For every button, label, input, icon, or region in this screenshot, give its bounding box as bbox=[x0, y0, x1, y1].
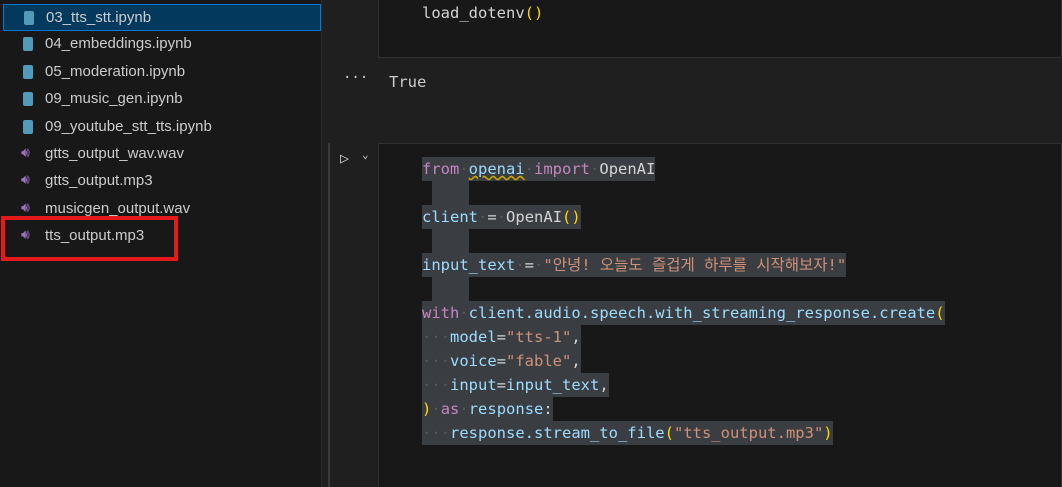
code-token: = bbox=[496, 328, 507, 346]
code-token: ··· bbox=[422, 352, 450, 370]
code-line: client·=·OpenAI() bbox=[422, 205, 581, 229]
file-name: 03_tts_stt.ipynb bbox=[46, 9, 152, 26]
code-token: as bbox=[440, 400, 460, 418]
code-token: input bbox=[450, 376, 497, 394]
code-token: ··· bbox=[422, 424, 450, 442]
code-token: · bbox=[524, 160, 535, 178]
code-token: , bbox=[571, 328, 581, 346]
highlight-box bbox=[1, 216, 178, 261]
notebook-icon bbox=[23, 92, 35, 107]
file-name: gtts_output.mp3 bbox=[45, 172, 153, 190]
code-token: · bbox=[496, 208, 507, 226]
code-token: openai bbox=[468, 160, 525, 178]
code-token: ( bbox=[935, 304, 945, 322]
code-token: · bbox=[459, 304, 469, 322]
code-token: "fable" bbox=[506, 352, 572, 370]
audio-file-icon: 🔊︎ bbox=[21, 198, 30, 215]
code-token: ) bbox=[823, 424, 833, 442]
code-token: with bbox=[422, 304, 460, 322]
code-line bbox=[422, 229, 470, 253]
code-token: · bbox=[590, 160, 600, 178]
file-name: 09_youtube_stt_tts.ipynb bbox=[45, 117, 212, 135]
code-token: · bbox=[431, 400, 441, 418]
code-token: · bbox=[534, 256, 544, 274]
code-token: "안녕! 오늘도 즐겁게 하루를 시작해보자!" bbox=[543, 256, 847, 274]
code-token: · bbox=[478, 208, 488, 226]
code-line: input_text·=·"안녕! 오늘도 즐겁게 하루를 시작해보자!" bbox=[422, 253, 847, 277]
code-token: , bbox=[571, 352, 581, 370]
code-token: ··· bbox=[422, 376, 450, 394]
file-item[interactable]: 🔊︎ gtts_output_wav.wav bbox=[3, 141, 321, 168]
notebook-icon bbox=[23, 37, 35, 52]
code-token: voice bbox=[450, 352, 497, 370]
file-name: 09_music_gen.ipynb bbox=[45, 90, 183, 108]
code-token: , bbox=[599, 376, 609, 394]
code-token: "tts-1" bbox=[506, 328, 572, 346]
code-token: = bbox=[487, 208, 497, 226]
code-token: import bbox=[534, 160, 591, 178]
code-line: ···voice="fable", bbox=[422, 349, 581, 373]
code-token: = bbox=[524, 256, 535, 274]
file-item[interactable]: 09_music_gen.ipynb bbox=[3, 86, 321, 113]
notebook-editor: load_dotenv() ··· True ▷ ⌄ from·openai·i… bbox=[323, 0, 1062, 487]
code-token: "tts_output.mp3" bbox=[673, 424, 824, 442]
notebook-icon bbox=[23, 64, 35, 80]
code-token: ( bbox=[664, 424, 674, 442]
file-item[interactable]: 03_tts_stt.ipynb bbox=[3, 4, 321, 31]
file-item[interactable]: 09_youtube_stt_tts.ipynb bbox=[3, 114, 321, 141]
code-token: response.stream_to_file bbox=[450, 424, 665, 442]
code-token: : bbox=[543, 400, 553, 418]
code-line bbox=[422, 181, 470, 205]
code-text: load_dotenv bbox=[422, 4, 525, 22]
code-token: response bbox=[468, 400, 544, 418]
code-line: with·client.audio.speech.with_streaming_… bbox=[422, 301, 945, 325]
code-token: OpenAI bbox=[506, 208, 563, 226]
chevron-down-icon[interactable]: ⌄ bbox=[362, 148, 369, 161]
file-name: gtts_output_wav.wav bbox=[45, 145, 184, 162]
code-token: ) bbox=[422, 400, 432, 418]
code-token: = bbox=[496, 376, 507, 394]
notebook-icon bbox=[23, 119, 35, 135]
code-line: ···response.stream_to_file("tts_output.m… bbox=[422, 421, 833, 445]
code-parens: () bbox=[524, 4, 544, 22]
code-token: input_text bbox=[422, 256, 516, 274]
file-item[interactable]: 🔊︎ gtts_output.mp3 bbox=[3, 168, 321, 195]
code-line: ···model="tts-1", bbox=[422, 325, 581, 349]
code-line bbox=[422, 277, 470, 301]
file-name: 04_embeddings.ipynb bbox=[45, 35, 192, 53]
code-token: OpenAI bbox=[599, 160, 656, 178]
cell-output: True bbox=[389, 73, 427, 91]
audio-file-icon: 🔊︎ bbox=[21, 171, 30, 188]
code-token: client bbox=[422, 208, 478, 226]
code-token: () bbox=[562, 208, 581, 226]
code-token: client.audio.speech.with_streaming_respo… bbox=[468, 304, 936, 322]
code-line: ···input=input_text, bbox=[422, 373, 609, 397]
file-item[interactable]: 05_moderation.ipynb bbox=[3, 59, 321, 86]
code-token: model bbox=[450, 328, 497, 346]
code-line: load_dotenv() bbox=[422, 4, 543, 22]
file-name: 05_moderation.ipynb bbox=[45, 62, 186, 80]
code-token: · bbox=[459, 400, 469, 418]
code-line: from·openai·import·OpenAI bbox=[422, 157, 656, 181]
cell-focus-bar bbox=[328, 143, 330, 487]
output-more-icon[interactable]: ··· bbox=[343, 70, 368, 86]
code-token: = bbox=[496, 352, 507, 370]
code-token: · bbox=[459, 160, 469, 178]
file-item[interactable]: 04_embeddings.ipynb bbox=[3, 31, 321, 58]
code-line: )·as·response: bbox=[422, 397, 553, 421]
code-token: · bbox=[515, 256, 525, 274]
notebook-icon bbox=[24, 11, 36, 26]
code-token: ··· bbox=[422, 328, 450, 346]
audio-file-icon: 🔊︎ bbox=[21, 144, 30, 160]
code-token: input_text bbox=[506, 376, 600, 394]
file-name: musicgen_output.wav bbox=[45, 199, 191, 217]
code-token: from bbox=[422, 160, 460, 178]
run-cell-icon[interactable]: ▷ bbox=[340, 149, 349, 167]
